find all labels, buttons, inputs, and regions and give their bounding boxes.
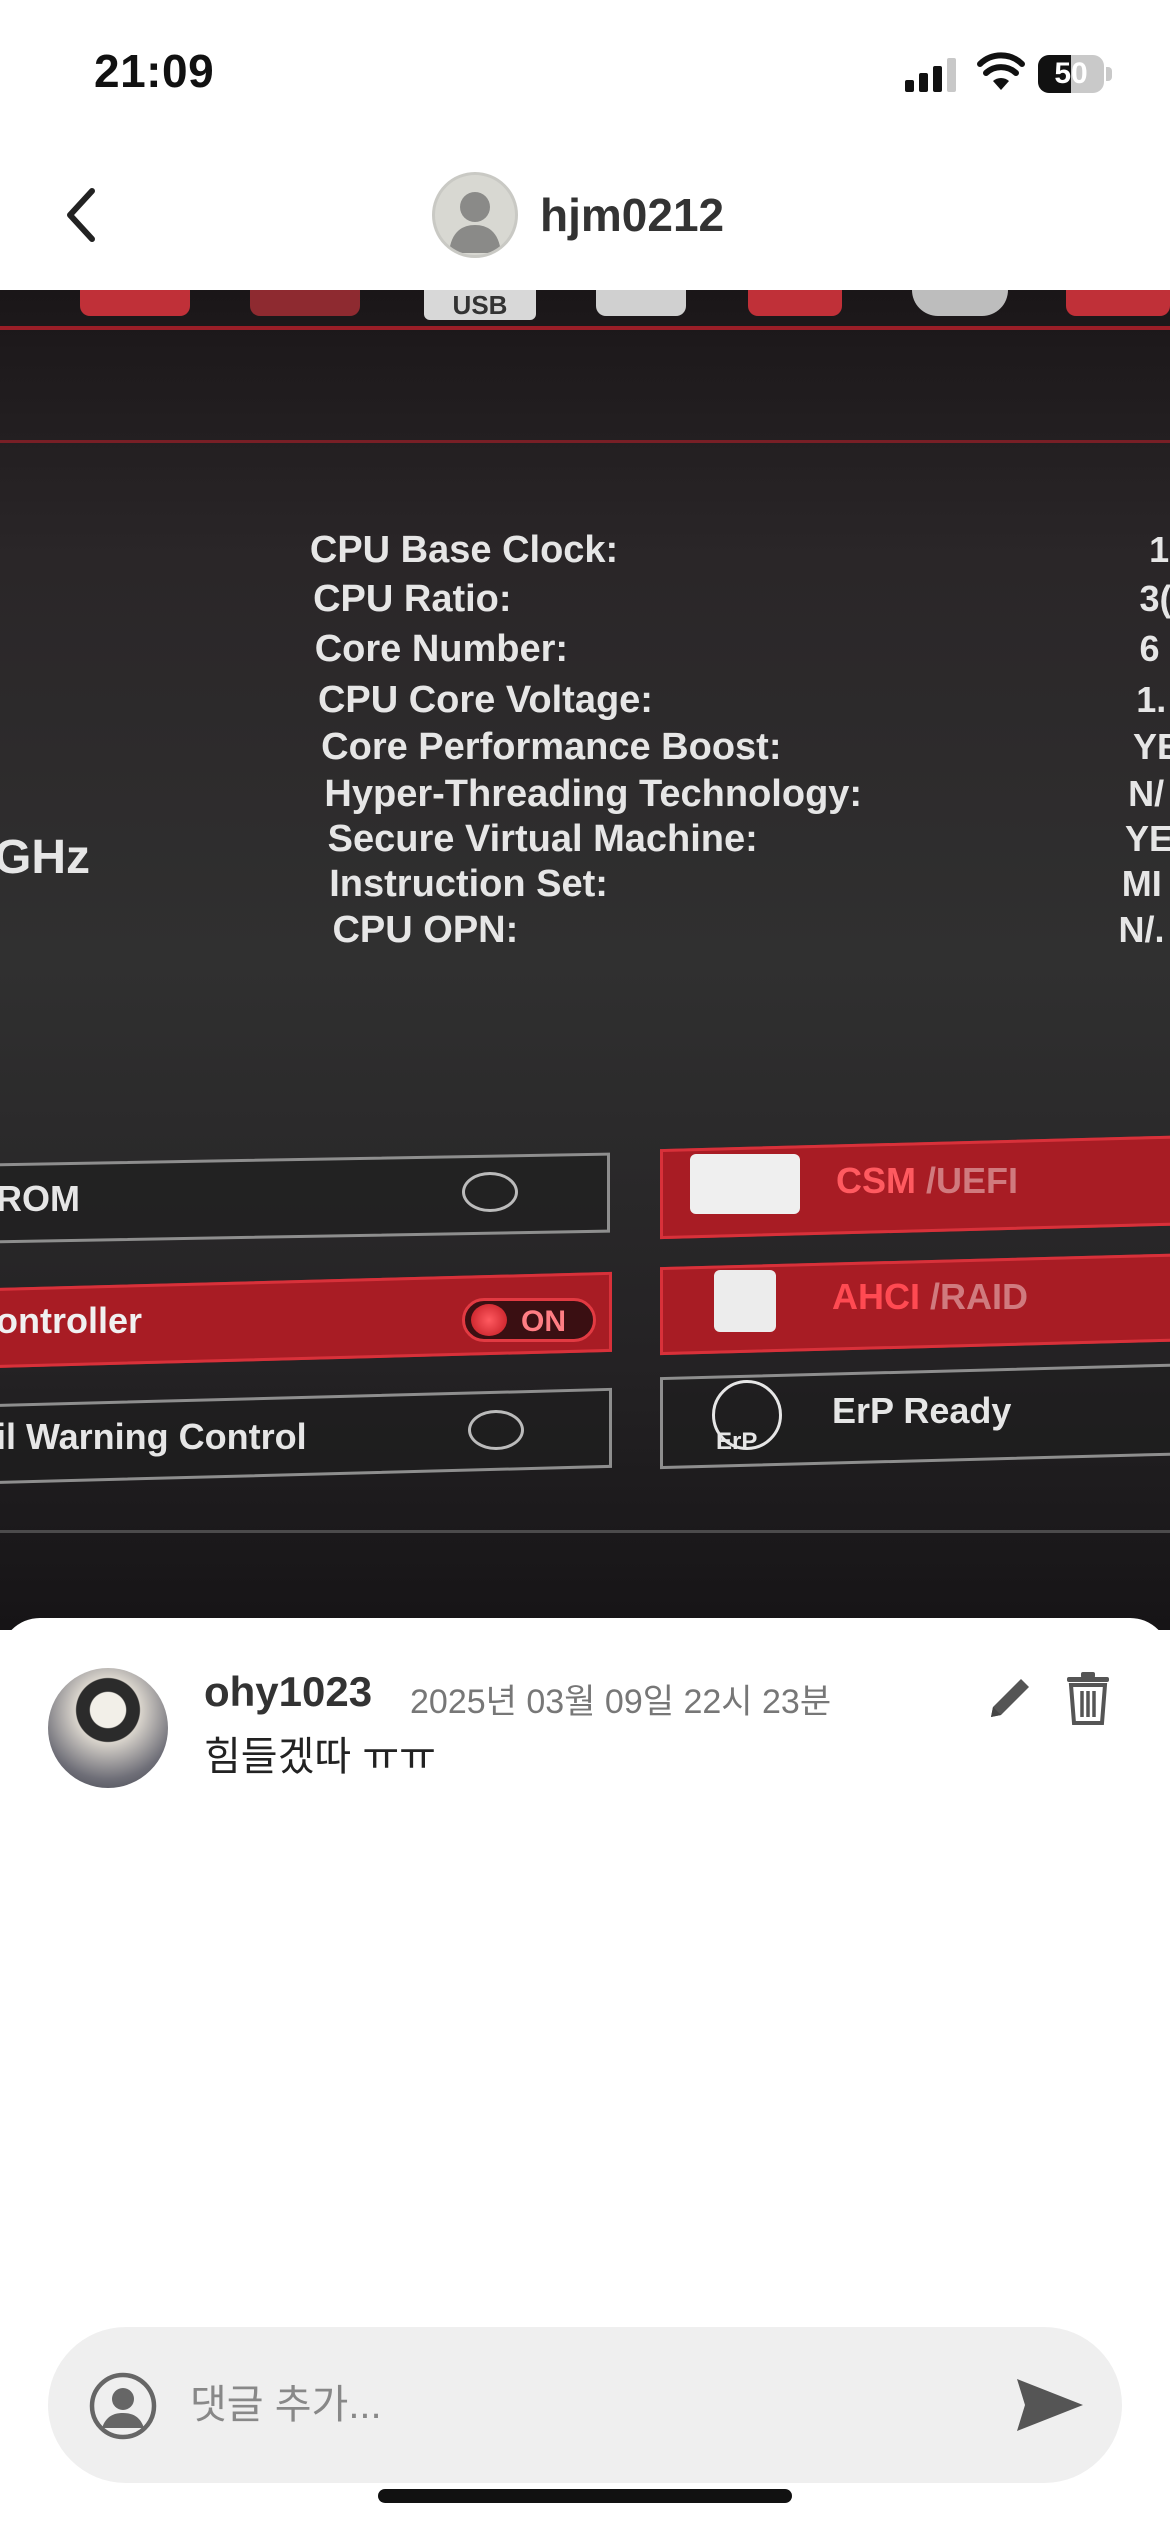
cpu-info-value: 6 [1139, 627, 1160, 669]
battery-level: 50 [1054, 57, 1088, 90]
edit-comment-button[interactable] [980, 1668, 1040, 1728]
header-username: hjm0212 [540, 189, 725, 241]
header-user[interactable]: hjm0212 [432, 172, 724, 258]
trash-icon [1067, 1672, 1109, 1725]
status-bar: 21:09 50 [0, 0, 1170, 140]
post-photo: USB CPU Base Clock: CPU Ratio: Core Number… [0, 290, 1170, 1630]
ahci-label: AHCI /RAID [832, 1276, 1028, 1317]
cpu-info-value: YE [1133, 726, 1170, 768]
cpu-info-value: N/. [1118, 908, 1165, 950]
comment-composer [48, 2327, 1122, 2483]
monitor-gear-icon [690, 1154, 800, 1214]
wifi-icon [977, 52, 1025, 90]
csm-label: CSM /UEFI [836, 1160, 1019, 1201]
cpu-info-label: CPU Base Clock: [309, 529, 619, 572]
cpu-info-label: Secure Virtual Machine: [327, 818, 758, 861]
status-time: 21:09 [94, 45, 215, 97]
pencil-icon [991, 1679, 1029, 1717]
cpu-info-value: 1. [1136, 679, 1167, 721]
cpu-info-value: 1( [1149, 529, 1170, 571]
back-button[interactable] [48, 178, 112, 252]
comment-input[interactable] [190, 2373, 1010, 2437]
toggle-on-pill: ON [462, 1298, 596, 1342]
home-indicator [378, 2489, 792, 2503]
cpu-info-label: Core Performance Boost: [321, 726, 782, 769]
send-button[interactable] [1010, 2369, 1090, 2441]
comment-username[interactable]: ohy1023 [204, 1668, 372, 1716]
comment-timestamp: 2025년 03월 09일 22시 23분 [410, 1683, 832, 1721]
radio-off-icon [462, 1172, 518, 1212]
cpu-info-label: Hyper-Threading Technology: [324, 773, 863, 816]
radio-off-icon [468, 1410, 524, 1450]
cpu-info-label: Core Number: [314, 627, 569, 670]
default-avatar-icon [432, 172, 518, 258]
delete-comment-button[interactable] [1058, 1668, 1118, 1728]
erp-label: ErP Ready [832, 1390, 1012, 1431]
cpu-info-value: 3( [1139, 577, 1170, 619]
cpu-info-label: CPU OPN: [332, 908, 519, 951]
toggle-row-rom [0, 1152, 610, 1244]
post-header: hjm0212 [0, 140, 1170, 290]
erp-icon-label: ErP [716, 1428, 758, 1455]
usb-tab-label: USB [424, 290, 536, 320]
cpu-info-value: MI [1121, 863, 1162, 905]
comment-text: 힘들겠따 ㅠㅠ [204, 1735, 436, 1779]
cpu-info-value: YE [1124, 818, 1170, 860]
commenter-avatar[interactable] [48, 1668, 168, 1788]
user-avatar-icon [89, 2372, 157, 2440]
toggle-on-knob-icon [471, 1304, 507, 1336]
chevron-left-icon [67, 188, 95, 242]
toggle-state-label: ON [521, 1305, 566, 1338]
cpu-info-label: CPU Core Voltage: [317, 679, 653, 722]
cpu-info-value: N/ [1128, 773, 1165, 815]
comment-item: ohy1023 2025년 03월 09일 22시 23분 힘들겠따 ㅠㅠ [48, 1668, 1128, 1798]
toggle-label-warning: il Warning Control [0, 1416, 307, 1457]
send-icon [1017, 2379, 1083, 2431]
cellular-signal-icon [905, 58, 957, 92]
cpu-info-label: CPU Ratio: [313, 577, 512, 620]
frequency-fragment: GHz [0, 831, 90, 884]
toggle-label-rom: ROM [0, 1178, 80, 1219]
disk-icon [714, 1270, 776, 1332]
toggle-label-controller: ontroller [0, 1300, 143, 1341]
cpu-info-label: Instruction Set: [329, 863, 608, 906]
battery-icon: 50 [1038, 55, 1112, 93]
